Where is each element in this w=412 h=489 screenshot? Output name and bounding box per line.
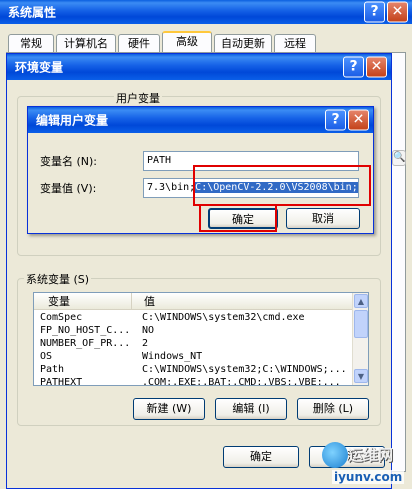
delete-system-var-button[interactable]: 删除 (L) xyxy=(297,398,369,420)
outer-help-button[interactable]: ? xyxy=(364,1,385,23)
row-var: PATHEXT xyxy=(40,377,83,386)
edit-system-var-button[interactable]: 编辑 (I) xyxy=(215,398,287,420)
tab-remote[interactable]: 远程 xyxy=(274,34,316,52)
watermark-logo-icon xyxy=(322,442,348,468)
table-row[interactable]: Path C:\WINDOWS\system32;C:\WINDOWS;... xyxy=(34,363,352,376)
table-row[interactable]: NUMBER_OF_PR... 2 xyxy=(34,337,352,350)
row-var: FP_NO_HOST_C... xyxy=(40,325,131,336)
col-header-value[interactable]: 值 xyxy=(132,293,352,310)
col-header-variable[interactable]: 变量 xyxy=(34,293,132,310)
scroll-up-button[interactable]: ▲ xyxy=(354,294,368,308)
table-row[interactable]: PATHEXT .COM;.EXE;.BAT;.CMD;.VBS;.VBE;... xyxy=(34,376,352,386)
user-vars-label: 用户变量 xyxy=(114,90,162,106)
row-var: ComSpec xyxy=(40,312,83,323)
env-help-button[interactable]: ? xyxy=(343,56,364,78)
row-val: 2 xyxy=(142,338,149,349)
row-var: Path xyxy=(40,364,65,375)
row-val: C:\WINDOWS\system32;C:\WINDOWS;... xyxy=(142,364,347,375)
scroll-thumb[interactable] xyxy=(354,310,368,338)
table-row[interactable]: FP_NO_HOST_C... NO xyxy=(34,324,352,337)
scroll-down-button[interactable]: ▼ xyxy=(354,369,368,383)
watermark-url: iyunv.com xyxy=(332,470,405,484)
system-vars-label: 系统变量 (S) xyxy=(24,271,92,287)
tab-general[interactable]: 常规 xyxy=(8,34,54,52)
row-val: NO xyxy=(142,325,155,336)
outer-close-button[interactable]: ✕ xyxy=(387,1,408,23)
var-value-label: 变量值 (V): xyxy=(40,182,97,195)
edit-cancel-button[interactable]: 取消 xyxy=(286,208,360,229)
system-vars-list[interactable]: 变量 值 ComSpec C:\WINDOWS\system32\cmd.exe … xyxy=(33,292,369,386)
outer-titlebar: 系统属性 ? ✕ xyxy=(0,0,412,24)
row-var: NUMBER_OF_PR... xyxy=(40,338,131,349)
env-title: 环境变量 xyxy=(15,60,64,75)
tab-advanced[interactable]: 高级 xyxy=(162,31,212,52)
new-system-var-button[interactable]: 新建 (W) xyxy=(133,398,205,420)
tab-auto-update[interactable]: 自动更新 xyxy=(214,34,272,52)
outer-title: 系统属性 xyxy=(8,5,57,20)
table-row[interactable]: OS Windows_NT xyxy=(34,350,352,363)
table-row[interactable]: ComSpec C:\WINDOWS\system32\cmd.exe xyxy=(34,311,352,324)
row-val: Windows_NT xyxy=(142,351,203,362)
watermark-brand: 运维网 xyxy=(348,446,394,464)
row-val: .COM;.EXE;.BAT;.CMD;.VBS;.VBE;... xyxy=(142,377,341,386)
var-name-label: 变量名 (N): xyxy=(40,155,98,168)
highlight-ok-box xyxy=(199,204,277,232)
watermark: 运维网 iyunv.com xyxy=(322,440,410,488)
tab-computer-name[interactable]: 计算机名 xyxy=(56,34,116,52)
edit-title: 编辑用户变量 xyxy=(36,113,109,128)
edit-help-button[interactable]: ? xyxy=(325,109,346,131)
env-close-button[interactable]: ✕ xyxy=(366,56,387,78)
edit-titlebar: 编辑用户变量 ? ✕ xyxy=(28,107,373,133)
row-val: C:\WINDOWS\system32\cmd.exe xyxy=(142,312,305,323)
env-titlebar: 环境变量 ? ✕ xyxy=(7,54,391,80)
list-header: 变量 值 xyxy=(34,293,352,310)
tab-hardware[interactable]: 硬件 xyxy=(118,34,160,52)
list-body: ComSpec C:\WINDOWS\system32\cmd.exe FP_NO… xyxy=(34,311,352,386)
list-scrollbar[interactable]: ▲ ▼ xyxy=(352,293,368,385)
edit-close-button[interactable]: ✕ xyxy=(348,109,369,131)
row-var: OS xyxy=(40,351,53,362)
side-magnifier-icon: 🔍 xyxy=(392,150,406,166)
env-ok-button[interactable]: 确定 xyxy=(223,446,299,468)
highlight-value-box xyxy=(193,165,371,206)
var-value-prefix: 7.3\bin; xyxy=(147,182,196,193)
